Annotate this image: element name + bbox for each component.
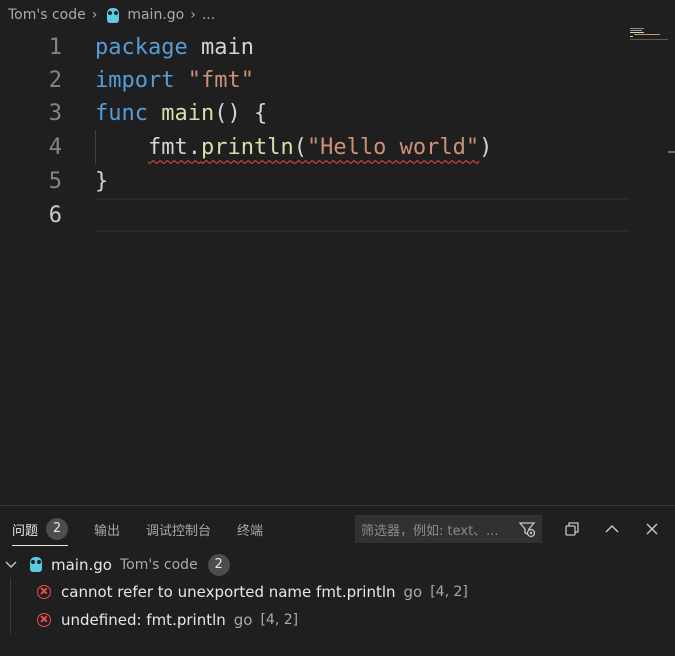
restore-panel-icon[interactable]: [559, 516, 585, 542]
file-group-row[interactable]: main.go Tom's code 2: [0, 551, 675, 578]
problem-source: go: [233, 610, 253, 629]
chevron-down-icon[interactable]: [4, 558, 18, 572]
breadcrumb: Tom's code › main.go › ...: [0, 0, 675, 30]
breadcrumb-more[interactable]: ...: [202, 7, 215, 23]
tab-problems[interactable]: 问题 2: [12, 518, 69, 546]
line-number: 5: [48, 168, 62, 194]
punctuation-token: ): [479, 134, 493, 160]
function-token: println: [200, 134, 294, 160]
problem-file-folder: Tom's code: [119, 556, 198, 573]
code-line[interactable]: 6: [0, 198, 630, 232]
problem-source: go: [403, 582, 423, 601]
keyword-token: func: [95, 100, 148, 126]
line-number: 6: [48, 202, 62, 228]
problem-location: [4, 2]: [260, 611, 299, 628]
problem-row[interactable]: undefined: fmt.println go [4, 2]: [0, 606, 675, 633]
code-line[interactable]: 5 }: [0, 164, 630, 198]
tab-debug-console[interactable]: 调试控制台: [146, 518, 211, 540]
code-line[interactable]: 3 func main() {: [0, 96, 630, 130]
panel-tabs: 问题 2 输出 调试控制台 终端: [12, 518, 289, 546]
breadcrumb-folder[interactable]: Tom's code: [8, 7, 86, 23]
keyword-token: package: [95, 34, 188, 60]
problem-file-name: main.go: [51, 555, 112, 574]
string-token: "fmt": [187, 67, 254, 93]
code-line[interactable]: 1 package main: [0, 30, 630, 64]
line-number: 3: [48, 100, 62, 126]
identifier-token: fmt.: [147, 134, 201, 160]
scrollbar-marker[interactable]: [668, 151, 675, 153]
line-number: 4: [48, 134, 62, 160]
chevron-up-icon[interactable]: [599, 516, 625, 542]
problems-panel: 问题 2 输出 调试控制台 终端 筛选器，例如: text、... main.g…: [0, 505, 675, 656]
code-editor[interactable]: 1 package main 2 import "fmt" 3 func mai…: [0, 30, 675, 505]
problem-message: undefined: fmt.println: [61, 610, 226, 629]
problems-count-badge: 2: [46, 518, 69, 540]
go-file-icon: [107, 7, 120, 23]
punctuation-token: (: [293, 134, 307, 160]
function-token: main: [161, 100, 215, 126]
error-icon: [37, 612, 51, 627]
breadcrumb-file[interactable]: main.go: [127, 7, 184, 23]
tab-output-label: 输出: [94, 523, 121, 539]
filter-settings-icon[interactable]: [518, 520, 536, 538]
problem-message: cannot refer to unexported name fmt.prin…: [61, 582, 396, 601]
minimap[interactable]: [630, 27, 668, 41]
tab-problems-label: 问题: [12, 523, 39, 539]
code-line[interactable]: 4 fmt.println("Hello world"): [0, 130, 630, 164]
filter-input[interactable]: 筛选器，例如: text、...: [355, 515, 542, 543]
close-icon[interactable]: [639, 516, 665, 542]
tab-output[interactable]: 输出: [94, 518, 120, 540]
problem-row[interactable]: cannot refer to unexported name fmt.prin…: [0, 578, 675, 605]
chevron-right-icon: ›: [91, 7, 98, 23]
keyword-token: import: [95, 67, 175, 93]
identifier-token: main: [187, 34, 254, 60]
tab-terminal[interactable]: 终端: [237, 518, 263, 540]
chevron-right-icon: ›: [190, 7, 196, 23]
tab-terminal-label: 终端: [237, 523, 264, 539]
filter-placeholder: 筛选器，例如: text、...: [361, 523, 499, 539]
error-icon: [37, 584, 51, 599]
string-token: "Hello world": [306, 134, 480, 160]
tab-debug-console-label: 调试控制台: [146, 523, 212, 539]
punctuation-token: }: [95, 168, 109, 194]
line-number: 1: [48, 34, 62, 60]
problem-location: [4, 2]: [430, 583, 468, 600]
file-problem-count: 2: [207, 553, 230, 576]
code-line[interactable]: 2 import "fmt": [0, 63, 630, 97]
go-file-icon: [30, 557, 42, 572]
punctuation-token: () {: [214, 100, 268, 126]
line-number: 2: [48, 67, 62, 93]
